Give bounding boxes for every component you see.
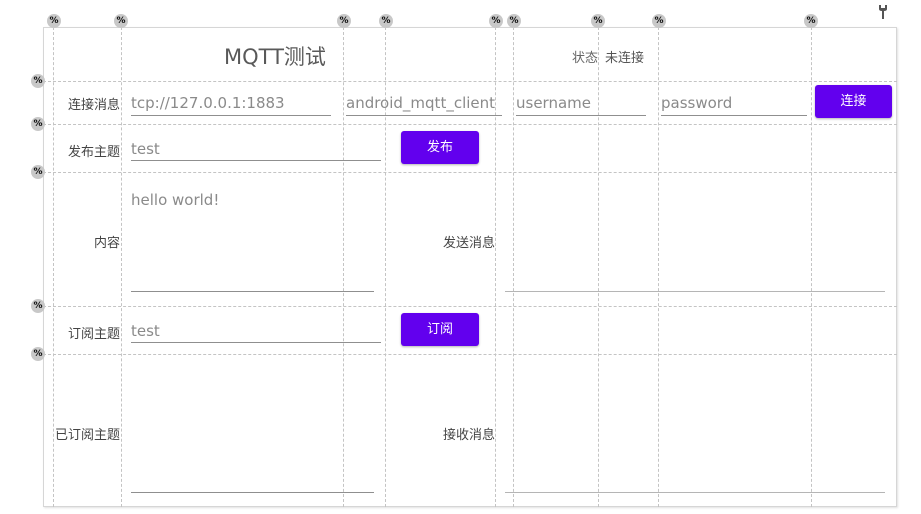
- guideline-vertical: [513, 27, 514, 507]
- guideline-vertical: [343, 27, 344, 507]
- content-label: 内容: [93, 236, 120, 251]
- guideline-vertical: [121, 27, 122, 507]
- percent-marker[interactable]: %: [47, 14, 61, 28]
- guideline-vertical: [658, 27, 659, 507]
- send-message-label: 发送消息: [442, 236, 495, 251]
- content-field[interactable]: hello world!: [131, 191, 371, 209]
- percent-marker[interactable]: %: [591, 14, 605, 28]
- username-underline: [516, 115, 646, 116]
- percent-marker[interactable]: %: [114, 14, 128, 28]
- subscribe-topic-field[interactable]: test: [131, 322, 381, 340]
- receive-message-field[interactable]: [505, 492, 885, 493]
- percent-marker[interactable]: %: [507, 14, 521, 28]
- status-value: 未连接: [605, 51, 645, 66]
- connect-label: 连接消息: [67, 98, 120, 113]
- status-label: 状态: [572, 51, 599, 66]
- percent-marker[interactable]: %: [379, 14, 393, 28]
- page-title: MQTT测试: [224, 45, 326, 69]
- subscribe-button[interactable]: 订阅: [401, 313, 479, 346]
- percent-marker[interactable]: %: [489, 14, 503, 28]
- percent-marker[interactable]: %: [337, 14, 351, 28]
- publish-topic-label: 发布主题: [67, 145, 120, 160]
- percent-marker[interactable]: %: [31, 299, 45, 313]
- password-underline: [661, 115, 807, 116]
- percent-marker[interactable]: %: [31, 165, 45, 179]
- connect-button[interactable]: 连接: [815, 85, 892, 118]
- wrench-icon[interactable]: [877, 4, 889, 24]
- publish-button[interactable]: 发布: [401, 131, 479, 164]
- send-message-field[interactable]: [505, 291, 885, 292]
- client-id-underline: [346, 115, 502, 116]
- server-url-field[interactable]: tcp://127.0.0.1:1883: [131, 94, 331, 112]
- server-url-underline: [131, 115, 331, 116]
- receive-message-label: 接收消息: [442, 428, 495, 443]
- subscribe-topic-underline: [131, 342, 381, 343]
- subscribed-topics-label: 已订阅主题: [54, 428, 120, 443]
- publish-topic-field[interactable]: test: [131, 140, 381, 158]
- guideline-horizontal: [43, 172, 897, 173]
- percent-marker[interactable]: %: [652, 14, 666, 28]
- publish-topic-underline: [131, 160, 381, 161]
- content-underline: [131, 291, 374, 292]
- guideline-horizontal: [43, 124, 897, 125]
- client-id-field[interactable]: android_mqtt_client: [346, 94, 502, 112]
- percent-marker[interactable]: %: [804, 14, 818, 28]
- guideline-horizontal: [43, 81, 897, 82]
- guideline-horizontal: [43, 306, 897, 307]
- username-field[interactable]: username: [516, 94, 646, 112]
- percent-marker[interactable]: %: [31, 74, 45, 88]
- percent-marker[interactable]: %: [31, 117, 45, 131]
- percent-marker[interactable]: %: [31, 347, 45, 361]
- guideline-vertical: [811, 27, 812, 507]
- password-field[interactable]: password: [661, 94, 807, 112]
- guideline-horizontal: [43, 354, 897, 355]
- subscribe-topic-label: 订阅主题: [67, 327, 120, 342]
- subscribed-topics-field[interactable]: [131, 492, 374, 493]
